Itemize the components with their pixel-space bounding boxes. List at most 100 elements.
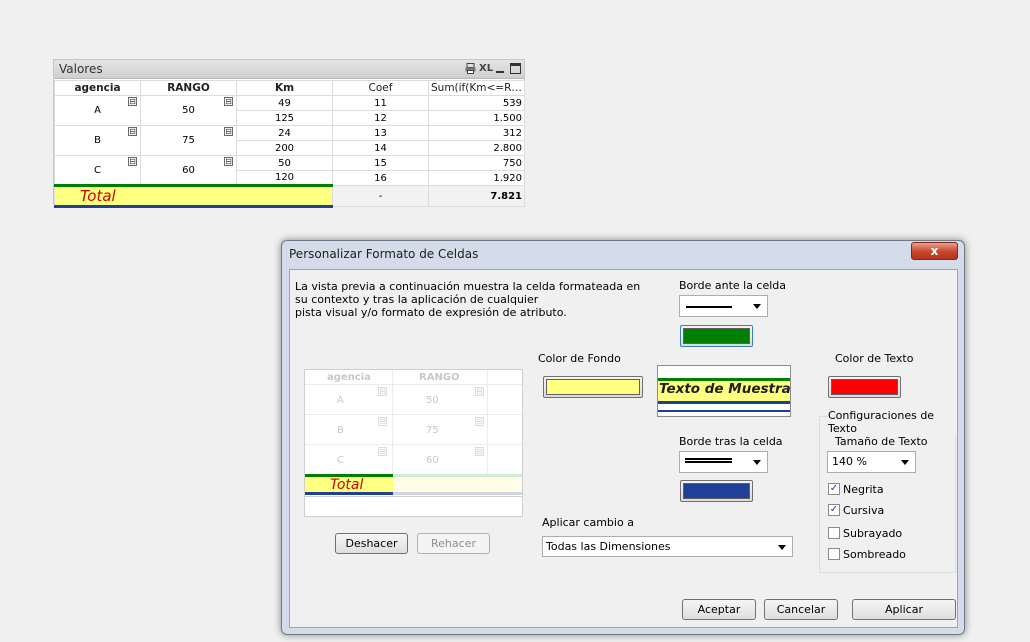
cell-rango[interactable]: 75 ⊟ [140,125,237,156]
cell-km[interactable]: 125 [236,110,333,126]
italic-checkbox[interactable]: ✓ [828,504,840,516]
text-color-label: Color de Texto [835,352,914,365]
collapse-toggle-icon[interactable]: ⊟ [128,157,137,166]
table-title: Valores [59,62,103,76]
close-icon: x [930,244,939,258]
bold-checkbox[interactable]: ✓ [828,483,840,495]
cell-agencia[interactable]: A ⊟ [54,95,141,126]
cell-agencia[interactable]: C ⊟ [54,155,141,186]
undo-button[interactable]: Deshacer [335,533,408,554]
underline-checkbox[interactable] [828,527,840,539]
preview-toggle-icon: ⊟ [475,417,484,426]
total-row: Total - 7.821 [54,184,525,208]
header-coef[interactable]: Coef [332,80,429,96]
cell-rango[interactable]: 50 ⊟ [140,95,237,126]
table-row: C ⊟ 60 ⊟ 50 15 750 [54,155,525,186]
preview-cell-rango: 60 [426,455,439,466]
cell-coef: 11 [332,95,429,111]
cell-preview: agencia RANGO A 50 ⊟ ⊟ B 75 ⊟ ⊟ C 60 ⊟ ⊟… [304,369,523,517]
cell-sum: 1.500 [428,110,525,126]
preview-header-rango: RANGO [419,372,460,383]
apply-to-select[interactable]: Todas las Dimensiones [542,536,793,557]
close-button[interactable]: x [911,242,958,260]
border-after-label: Borde tras la celda [679,435,783,448]
border-before-style-select[interactable] [679,295,768,317]
header-sum-expression[interactable]: Sum(if(Km<=R… [428,80,525,96]
sample-preview: Texto de Muestra [657,365,791,417]
ok-button[interactable]: Aceptar [682,599,756,620]
cell-sum: 312 [428,125,525,141]
table-row: B ⊟ 75 ⊟ 24 13 312 [54,125,525,156]
text-color-swatch [831,379,898,395]
preview-cell-rango: 75 [426,425,439,436]
cell-agencia[interactable]: B ⊟ [54,125,141,156]
header-row: agencia RANGO Km Coef Sum(if(Km<=R… [54,80,525,96]
border-before-label: Borde ante la celda [679,279,787,292]
cancel-button[interactable]: Cancelar [764,599,838,620]
border-after-style-select[interactable] [679,451,768,473]
preview-toggle-icon: ⊟ [378,447,387,456]
line-style-double-icon [685,458,732,463]
border-before-color-button[interactable] [680,325,753,347]
line-style-thin-icon [686,306,732,308]
redo-button[interactable]: Rehacer [417,533,490,554]
apply-button[interactable]: Aplicar [852,599,956,620]
preview-toggle-icon: ⊟ [475,447,484,456]
header-km[interactable]: Km [236,80,333,96]
cell-km[interactable]: 24 [236,125,333,141]
xl-icon[interactable]: XL [479,63,493,75]
apply-to-label: Aplicar cambio a [542,516,634,529]
table-caption-bar[interactable]: Valores XL [54,60,524,79]
preview-total-faded-cells [393,474,522,495]
minimize-icon[interactable] [495,63,505,75]
custom-cell-format-dialog[interactable]: Personalizar Formato de Celdas x La vist… [281,240,965,635]
cell-coef: 15 [332,155,429,171]
header-agencia[interactable]: agencia [54,80,141,96]
chevron-down-icon [901,460,909,465]
preview-toggle-icon: ⊟ [378,417,387,426]
text-color-button[interactable] [828,376,901,398]
cell-km[interactable]: 200 [236,140,333,156]
collapse-toggle-icon[interactable]: ⊟ [128,127,137,136]
preview-cell-agencia: B [337,425,344,436]
background-color-button[interactable] [543,376,643,398]
collapse-toggle-icon[interactable]: ⊟ [224,157,233,166]
total-label-cell[interactable]: Total [54,184,333,208]
background-color-swatch [546,379,640,395]
cell-coef: 16 [332,170,429,186]
collapse-toggle-icon[interactable]: ⊟ [224,127,233,136]
collapse-toggle-icon[interactable]: ⊟ [224,97,233,106]
preview-cell-agencia: A [337,395,344,406]
sample-cell: Texto de Muestra [658,378,791,404]
border-after-color-swatch [683,483,750,499]
cell-coef: 14 [332,140,429,156]
shadow-checkbox[interactable] [828,548,840,560]
preview-description: La vista previa a continuación muestra l… [295,280,641,319]
maximize-icon[interactable] [510,63,521,75]
header-rango[interactable]: RANGO [140,80,237,96]
cell-coef: 12 [332,110,429,126]
text-size-value: 140 % [832,455,867,468]
table-object[interactable]: Valores XL agencia RANGO Km Coef Sum(if(… [53,59,525,208]
print-icon[interactable] [464,63,476,75]
cell-sum: 2.800 [428,140,525,156]
collapse-toggle-icon[interactable]: ⊟ [128,97,137,106]
border-before-color-swatch [683,328,750,344]
cell-km[interactable]: 50 [236,155,333,171]
border-after-color-button[interactable] [680,480,753,502]
cell-rango[interactable]: 60 ⊟ [140,155,237,186]
chevron-down-icon [778,545,786,550]
cell-sum: 750 [428,155,525,171]
chevron-down-icon [753,304,761,309]
text-settings-group-label: Configuraciones de Texto [827,409,957,435]
cell-sum: 1.920 [428,170,525,186]
preview-total-cell: Total [305,474,393,495]
total-sum-cell: 7.821 [428,185,525,207]
total-coef-cell: - [332,185,429,207]
cell-km[interactable]: 120 [236,170,333,186]
cell-km[interactable]: 49 [236,95,333,111]
text-size-select[interactable]: 140 % [827,451,916,473]
preview-header-agencia: agencia [327,372,371,383]
italic-label: Cursiva [843,504,885,517]
text-size-label: Tamaño de Texto [835,435,928,448]
